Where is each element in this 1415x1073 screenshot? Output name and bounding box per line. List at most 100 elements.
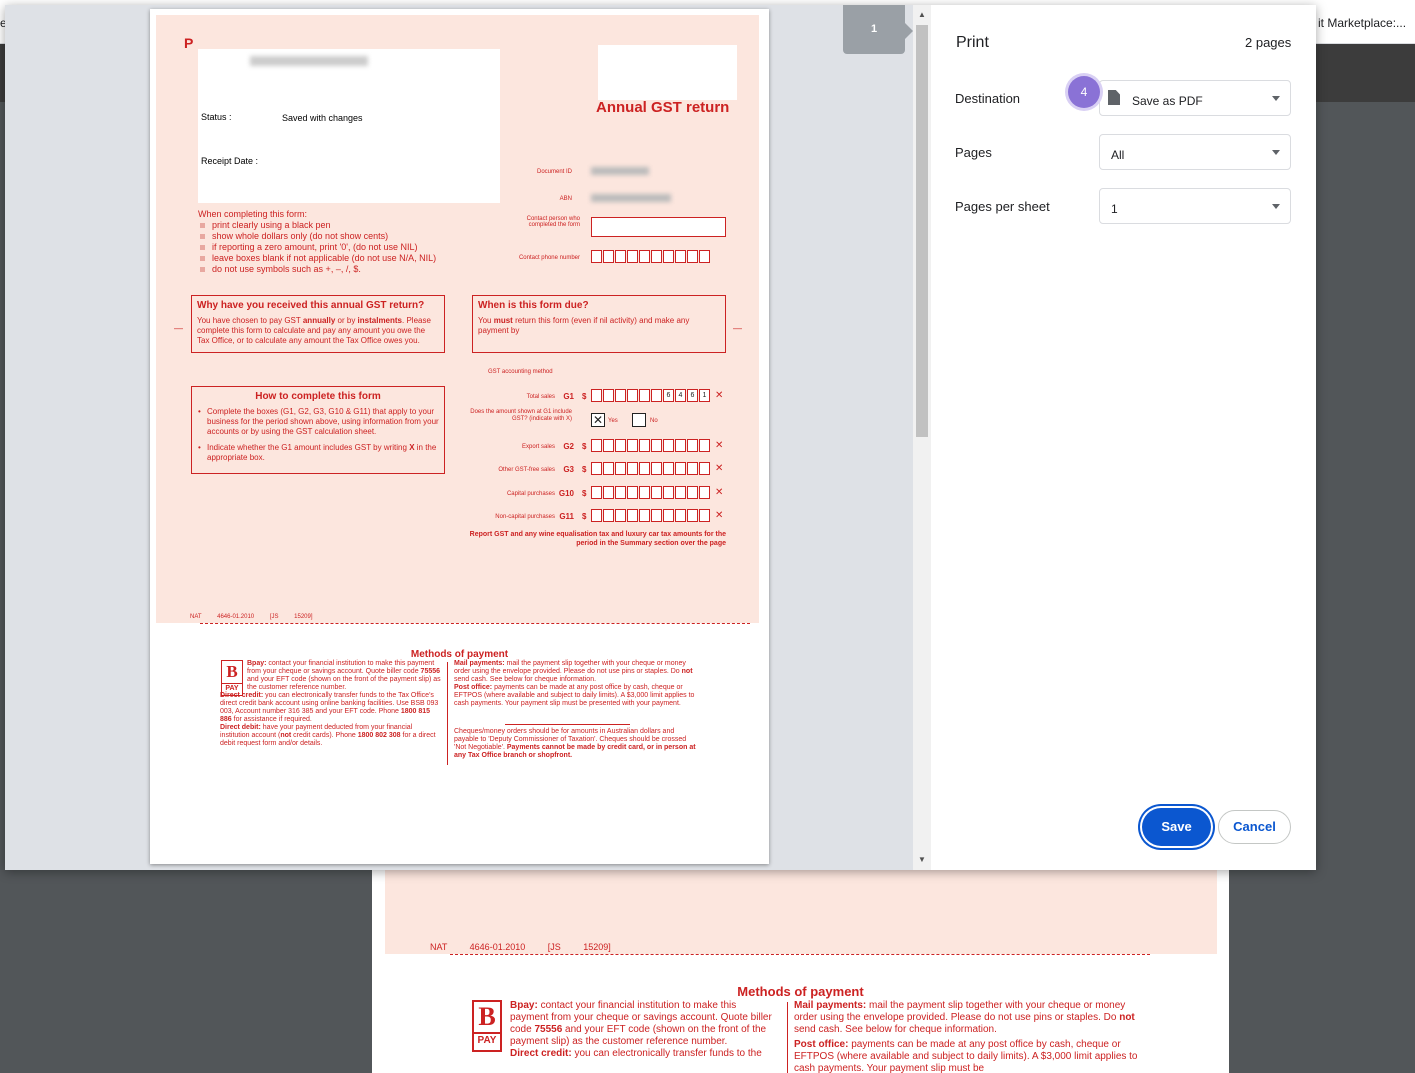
- print-preview-area[interactable]: P Status : Saved with changes Receipt Da…: [5, 5, 931, 870]
- status-value: Saved with changes: [282, 113, 363, 123]
- amount-digit-box: [699, 486, 710, 499]
- gst-amount-boxes: [591, 509, 710, 522]
- phone-digit-box: [591, 250, 602, 263]
- pages-value: All: [1111, 148, 1125, 162]
- amount-digit-box: [651, 389, 662, 402]
- page-number-pointer: [905, 23, 913, 39]
- cut-line: [450, 954, 1150, 955]
- dropdown-caret-icon: [1272, 204, 1280, 209]
- amount-digit-box: [663, 439, 674, 452]
- print-dialog-title: Print: [956, 34, 989, 51]
- amount-digit-box: [687, 462, 698, 475]
- amount-digit-box: [699, 439, 710, 452]
- amount-digit-box: [639, 462, 650, 475]
- post-office-paragraph: Post office: payments can be made at any…: [454, 684, 695, 707]
- destination-select[interactable]: Save as PDF: [1099, 80, 1291, 116]
- amount-digit-box: [591, 462, 602, 475]
- report-note: Report GST and any wine equalisation tax…: [469, 531, 726, 547]
- scroll-down-arrow-icon[interactable]: ▼: [918, 855, 926, 864]
- why-received-text: You have chosen to pay GST annually or b…: [197, 316, 431, 345]
- phone-digit-box: [687, 250, 698, 263]
- redacted-name: [250, 56, 368, 66]
- amount-digit-box: [627, 509, 638, 522]
- amount-digit-box: [627, 439, 638, 452]
- redacted-abn: [591, 194, 671, 202]
- amount-digit-box: 6: [663, 389, 674, 402]
- amount-digit-box: [651, 509, 662, 522]
- form-instructions: When completing this form: print clearly…: [198, 209, 468, 275]
- amount-digit-box: [591, 439, 602, 452]
- payment-methods-left-column: Bpay: contact your financial institution…: [510, 1000, 775, 1060]
- amount-digit-box: [591, 509, 602, 522]
- document-id-label: Document ID: [536, 169, 572, 175]
- background-document-page: NAT 4646-01.2010 [JS 15209] Methods of p…: [372, 870, 1229, 1073]
- amount-digit-box: 4: [675, 389, 686, 402]
- amount-digit-box: 1: [699, 389, 710, 402]
- receipt-date-label: Receipt Date :: [201, 156, 259, 166]
- payment-methods-right-column: Mail payments: mail the payment slip tog…: [794, 1000, 1139, 1073]
- cents-cross-mark: ✕: [715, 463, 724, 474]
- form-letter: P: [184, 35, 194, 51]
- cancel-button[interactable]: Cancel: [1218, 810, 1291, 844]
- footer-js: [JS 15209]: [269, 614, 313, 620]
- how-item: Indicate whether the G1 amount includes …: [197, 443, 439, 463]
- amount-digit-box: [639, 389, 650, 402]
- phone-digit-box: [651, 250, 662, 263]
- form-due-text: You must return this form (even if nil a…: [478, 316, 690, 335]
- column-divider: [447, 662, 448, 765]
- pages-select[interactable]: All: [1099, 134, 1291, 170]
- amount-digit-box: [639, 439, 650, 452]
- dollar-sign: $: [582, 465, 587, 474]
- phone-digit-box: [675, 250, 686, 263]
- gst-row-code: G3: [563, 465, 574, 474]
- gst-row-label: Non-capital purchases: [495, 514, 555, 520]
- cents-cross-mark: ✕: [715, 487, 724, 498]
- contact-person-label: Contact person who completed the form: [526, 216, 580, 228]
- gst-row-label: Export sales: [521, 444, 555, 450]
- save-button[interactable]: Save: [1142, 808, 1211, 846]
- gst-accounting-method-label: GST accounting method: [488, 369, 553, 375]
- amount-digit-box: [627, 389, 638, 402]
- cut-line: [200, 623, 750, 624]
- fold-mark-right: —: [733, 323, 742, 333]
- amount-digit-box: [591, 486, 602, 499]
- background-form-footer: NAT 4646-01.2010 [JS 15209]: [430, 942, 611, 952]
- scrollbar-thumb[interactable]: [916, 25, 928, 437]
- amount-digit-box: 6: [687, 389, 698, 402]
- page-number-badge: 1: [843, 5, 905, 54]
- sheet-count: 2 pages: [1245, 35, 1292, 50]
- phone-digit-box: [639, 250, 650, 263]
- gst-row-code: G11: [559, 512, 574, 521]
- print-settings-panel: Print 2 pages Destination Save as PDF 4 …: [931, 5, 1316, 870]
- amount-digit-box: [675, 509, 686, 522]
- amount-digit-box: [651, 486, 662, 499]
- section-rule: [505, 724, 630, 725]
- payment-methods-right-column: Mail payments: mail the payment slip tog…: [454, 660, 696, 760]
- yes-label: Yes: [608, 418, 618, 424]
- gst-row-code: G1: [563, 392, 574, 401]
- direct-credit-paragraph: Direct credit: you can electronically tr…: [510, 1048, 762, 1059]
- includes-gst-question: Does the amount shown at G1 include GST?…: [470, 409, 572, 422]
- amount-digit-box: [603, 509, 614, 522]
- form-title: Annual GST return: [596, 99, 730, 116]
- footer-code: NAT 4646-01.2010: [430, 942, 526, 952]
- amount-digit-box: [687, 509, 698, 522]
- bpay-paragraph: Bpay: contact your financial institution…: [247, 660, 441, 691]
- tab-title-fragment-right[interactable]: it Marketplace:...: [1318, 16, 1406, 30]
- pages-per-sheet-label: Pages per sheet: [955, 199, 1050, 214]
- instruction-item: print clearly using a black pen: [198, 220, 468, 231]
- dollar-sign: $: [582, 392, 587, 401]
- amount-digit-box: [699, 462, 710, 475]
- pages-per-sheet-select[interactable]: 1: [1099, 188, 1291, 224]
- phone-digit-box: [663, 250, 674, 263]
- bpay-logo-pay: PAY: [477, 1035, 497, 1046]
- instruction-item: if reporting a zero amount, print '0', (…: [198, 242, 468, 253]
- amount-digit-box: [651, 462, 662, 475]
- amount-digit-box: [687, 486, 698, 499]
- methods-of-payment-heading: Methods of payment: [737, 984, 864, 999]
- mail-payments-paragraph: Mail payments: mail the payment slip tog…: [794, 1000, 1135, 1035]
- scroll-up-arrow-icon[interactable]: ▲: [918, 10, 926, 19]
- contact-phone-boxes: [591, 250, 710, 263]
- amount-digit-box: [603, 462, 614, 475]
- gst-amount-boxes: [591, 486, 710, 499]
